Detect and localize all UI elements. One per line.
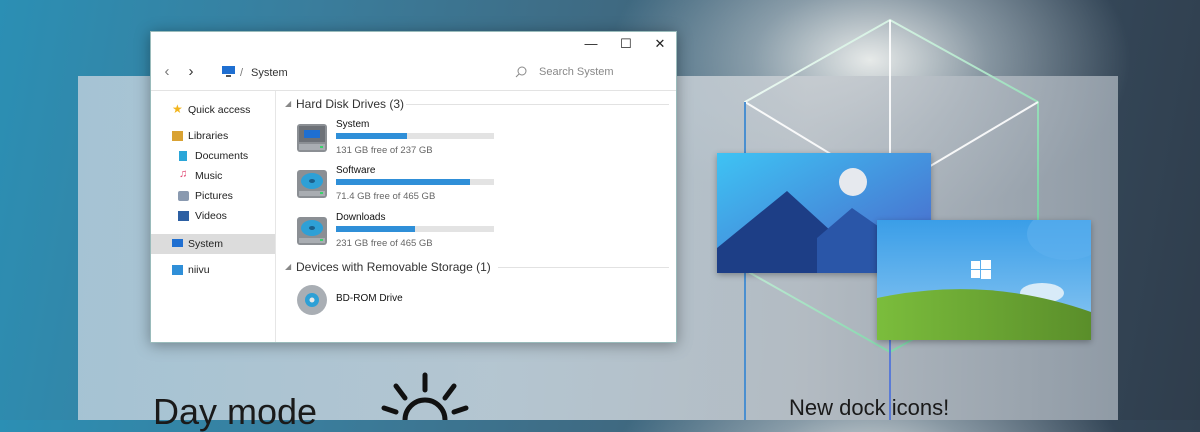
drive-name: System	[336, 119, 370, 130]
computer-icon	[172, 239, 183, 247]
disc-icon	[297, 285, 327, 315]
drive-name: Downloads	[336, 212, 386, 223]
divider	[406, 104, 669, 105]
sidebar-item-music[interactable]: ♫ Music	[151, 166, 275, 186]
drive-usage-bar	[336, 226, 494, 232]
sidebar-item-label: Videos	[195, 210, 227, 222]
minimize-button[interactable]: —	[574, 35, 608, 53]
drive-free-space: 131 GB free of 237 GB	[336, 145, 433, 156]
collapse-icon[interactable]: ◢	[285, 99, 291, 108]
title-bar: — ☐ ✕	[151, 32, 676, 56]
sidebar-item-system[interactable]: System	[151, 234, 275, 254]
drive-name: Software	[336, 165, 376, 176]
search-icon	[515, 66, 527, 78]
drive-usage-bar	[336, 179, 494, 185]
close-button[interactable]: ✕	[643, 35, 677, 53]
drive-name: BD-ROM Drive	[336, 293, 403, 304]
day-mode-heading: Day mode	[153, 391, 318, 432]
libraries-icon	[172, 131, 183, 141]
sidebar-item-label: niivu	[188, 264, 210, 276]
music-icon: ♫	[179, 168, 188, 180]
drive-item-system[interactable]: System 131 GB free of 237 GB	[296, 119, 496, 163]
documents-icon	[179, 151, 187, 161]
sidebar-item-pictures[interactable]: Pictures	[151, 186, 275, 206]
drive-usage-fill	[336, 179, 471, 185]
sidebar-item-label: Pictures	[195, 190, 233, 202]
drive-usage-fill	[336, 133, 408, 139]
drive-item-downloads[interactable]: Downloads 231 GB free of 465 GB	[296, 212, 496, 256]
forward-icon[interactable]: ›	[181, 62, 201, 82]
sidebar-item-label: Music	[195, 170, 223, 182]
sidebar-item-label: Libraries	[188, 130, 229, 142]
sidebar-item-niivu[interactable]: niivu	[151, 260, 275, 280]
divider	[498, 267, 669, 268]
breadcrumb-location[interactable]: System	[251, 67, 288, 79]
sidebar-item-quick-access[interactable]: ★ Quick access	[151, 100, 275, 120]
collapse-icon[interactable]: ◢	[285, 262, 291, 271]
search-input[interactable]	[537, 65, 661, 79]
sidebar-item-label: Documents	[195, 150, 249, 162]
sidebar-item-label: System	[188, 238, 224, 250]
navigation-pane: ★ Quick access Libraries Documents ♫ Mus…	[151, 91, 276, 342]
sun-icon	[381, 372, 469, 420]
sidebar-item-documents[interactable]: Documents	[151, 146, 275, 166]
hard-drive-icon	[297, 217, 327, 245]
explorer-window: — ☐ ✕ ‹ › / System ★ Quick access Librar…	[150, 31, 677, 343]
drive-item-bd-rom[interactable]: BD-ROM Drive	[296, 282, 496, 318]
pictures-icon	[178, 191, 189, 201]
hills-wallpaper-preview	[877, 220, 1091, 340]
back-icon[interactable]: ‹	[157, 62, 177, 82]
sidebar-item-label: Quick access	[188, 104, 251, 116]
hills-wallpaper-image	[877, 220, 1091, 340]
removable-group-header[interactable]: Devices with Removable Storage (1)	[296, 260, 491, 274]
dock-icons-heading: New dock icons!	[789, 395, 950, 420]
drive-usage-bar	[336, 133, 494, 139]
drive-free-space: 231 GB free of 465 GB	[336, 238, 433, 249]
system-drive-icon	[297, 124, 327, 152]
computer-icon	[222, 66, 235, 77]
drive-item-software[interactable]: Software 71.4 GB free of 465 GB	[296, 165, 496, 209]
sidebar-item-libraries[interactable]: Libraries	[151, 126, 275, 146]
address-bar: ‹ › / System	[151, 56, 676, 91]
hard-drive-icon	[297, 170, 327, 198]
videos-icon	[178, 211, 189, 221]
search-box[interactable]	[511, 65, 661, 81]
content-pane: ◢ Hard Disk Drives (3) System 131 GB fre…	[276, 91, 676, 342]
hard-disk-group-header[interactable]: Hard Disk Drives (3)	[296, 97, 404, 111]
maximize-button[interactable]: ☐	[609, 35, 643, 53]
star-icon: ★	[172, 102, 183, 116]
drive-free-space: 71.4 GB free of 465 GB	[336, 191, 436, 202]
sidebar-item-videos[interactable]: Videos	[151, 206, 275, 226]
breadcrumb-separator: /	[240, 67, 244, 79]
user-icon	[172, 265, 183, 275]
drive-usage-fill	[336, 226, 415, 232]
